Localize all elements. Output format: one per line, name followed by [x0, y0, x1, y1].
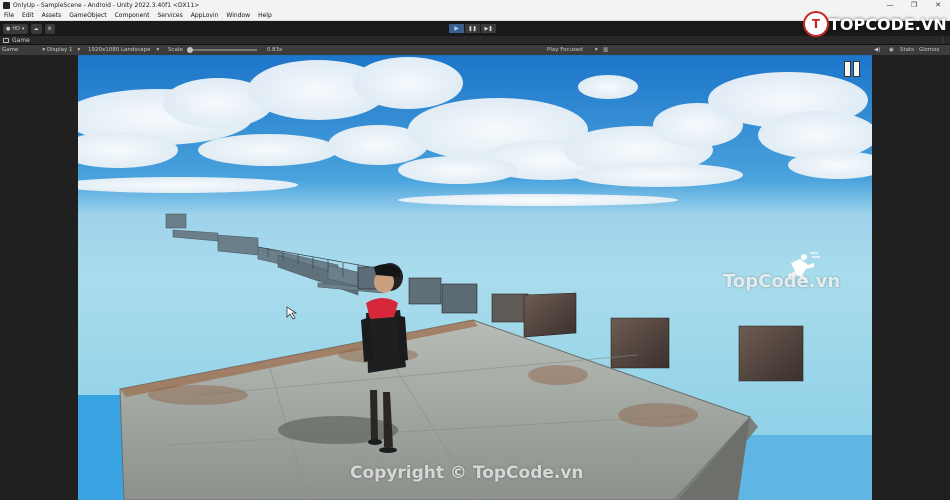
step-button[interactable]: ▶❚ — [481, 24, 496, 33]
minimize-button[interactable]: — — [878, 0, 902, 11]
view-select-value: Game — [2, 47, 19, 53]
pause-bar-left — [844, 61, 851, 77]
tab-menu-icon[interactable]: ⋮ — [940, 37, 946, 44]
resolution-select-value: 1920x1080 Landscape — [88, 47, 151, 53]
topcode-logo-text: TOPCODE.VN — [829, 15, 947, 34]
play-icon: ▶ — [454, 25, 459, 32]
game-tab-strip: Game ⋮ — [0, 36, 950, 45]
pause-icon: ❚❚ — [468, 25, 477, 32]
game-viewport[interactable]: TopCode.vn Copyright © TopCode.vn — [78, 55, 872, 500]
chevron-down-icon: ▾ — [594, 47, 598, 53]
frame-debugger-toggle[interactable]: ▥ — [603, 46, 608, 54]
game-pause-button[interactable] — [844, 61, 862, 77]
watermark-center: TopCode.vn — [723, 271, 841, 292]
menu-gameobject[interactable]: GameObject — [65, 12, 110, 19]
pause-bar-right — [853, 61, 860, 77]
game-view-icon — [3, 37, 9, 43]
stats-button[interactable]: Stats — [900, 46, 914, 54]
speaker-icon: ◀) — [874, 47, 881, 53]
scale-label: Scale — [168, 47, 183, 53]
visibility-toggle[interactable]: ◉ — [889, 46, 894, 54]
account-button[interactable]: ● HD ▾ — [3, 23, 28, 34]
chevron-down-icon: ▾ — [22, 25, 25, 32]
window-title: OnlyUp - SampleScene - Android - Unity 2… — [13, 2, 200, 9]
cloud-button[interactable]: ☁ — [30, 23, 42, 34]
eye-icon: ◉ — [889, 47, 894, 53]
viewport-letterbox-left — [0, 55, 78, 500]
display-select-value: Display 1 — [47, 47, 73, 53]
topcode-logo-icon: T — [803, 11, 829, 37]
water-right — [738, 435, 872, 500]
mute-audio-toggle[interactable]: ◀) — [874, 46, 880, 54]
menu-services[interactable]: Services — [153, 12, 186, 19]
cloud-icon: ☁ — [33, 25, 39, 32]
step-icon: ▶❚ — [484, 25, 493, 32]
play-focused-select[interactable]: Play Focused ▾ — [547, 46, 598, 54]
maximize-button[interactable]: ❐ — [902, 0, 926, 11]
menu-edit[interactable]: Edit — [18, 12, 38, 19]
view-select[interactable]: Game ▾ — [2, 46, 45, 54]
resolution-select[interactable]: 1920x1080 Landscape ▾ — [88, 46, 159, 54]
menu-file[interactable]: File — [0, 12, 18, 19]
chevron-down-icon: ▾ — [156, 47, 160, 53]
game-view-toolbar: Game ▾ Display 1 ▾ 1920x1080 Landscape ▾… — [0, 45, 950, 55]
settings-icon: ⚙ — [47, 25, 52, 32]
unity-logo-icon — [3, 2, 10, 9]
scale-slider[interactable] — [186, 47, 257, 53]
menu-applovin[interactable]: AppLovin — [187, 12, 223, 19]
play-controls: ▶ ❚❚ ▶❚ — [449, 24, 496, 33]
title-bar: OnlyUp - SampleScene - Android - Unity 2… — [0, 0, 950, 11]
account-icon: ● — [6, 25, 11, 32]
account-label: HD — [12, 25, 20, 32]
frame-icon: ▥ — [603, 47, 609, 53]
viewport-letterbox-right — [872, 55, 950, 500]
menu-window[interactable]: Window — [222, 12, 254, 19]
gizmos-button[interactable]: Gizmos — [919, 46, 939, 54]
display-select[interactable]: Display 1 ▾ — [47, 46, 80, 54]
play-button[interactable]: ▶ — [449, 24, 464, 33]
menu-help[interactable]: Help — [254, 12, 276, 19]
pause-button[interactable]: ❚❚ — [465, 24, 480, 33]
menu-assets[interactable]: Assets — [38, 12, 66, 19]
tab-game-label: Game — [12, 36, 30, 44]
watermark-copyright: Copyright © TopCode.vn — [350, 463, 584, 483]
tab-game[interactable]: Game — [0, 37, 30, 44]
chevron-down-icon: ▾ — [42, 47, 46, 53]
collab-button[interactable]: ⚙ — [44, 23, 55, 34]
play-focused-value: Play Focused — [547, 47, 583, 53]
scale-value: 0.83x — [266, 47, 283, 53]
menu-component[interactable]: Component — [111, 12, 154, 19]
character-shadow — [278, 416, 398, 444]
scale-control: Scale 0.83x — [168, 46, 282, 54]
close-button[interactable]: ✕ — [926, 0, 950, 11]
scale-slider-handle[interactable] — [186, 47, 193, 53]
chevron-down-icon: ▾ — [77, 47, 81, 53]
gizmos-label: Gizmos — [919, 47, 940, 53]
stats-label: Stats — [900, 47, 915, 53]
